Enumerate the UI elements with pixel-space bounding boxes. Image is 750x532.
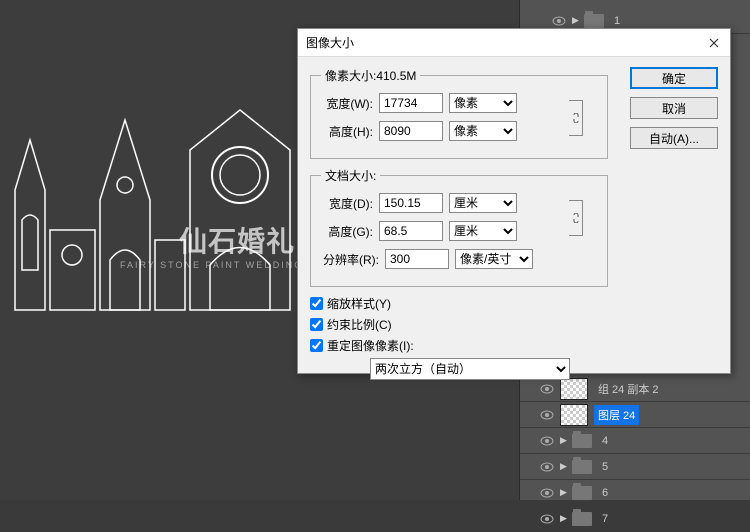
layer-row[interactable]: ▶5 <box>520 454 750 480</box>
layer-name[interactable]: 7 <box>598 511 612 527</box>
visibility-eye-icon[interactable] <box>538 458 556 476</box>
expand-arrow-icon[interactable]: ▶ <box>560 435 570 446</box>
layer-thumbnail <box>560 404 588 426</box>
document-size-legend: 文档大小: <box>321 167 380 184</box>
layer-row[interactable]: 图层 24 <box>520 402 750 428</box>
layer-name[interactable]: 图层 24 <box>594 405 639 425</box>
resolution-label: 分辨率(R): <box>321 251 385 268</box>
ok-button[interactable]: 确定 <box>630 67 718 89</box>
layer-row[interactable]: ▶6 <box>520 480 750 506</box>
folder-icon <box>584 14 604 28</box>
expand-arrow-icon[interactable]: ▶ <box>560 487 570 498</box>
height-px-input[interactable] <box>379 121 443 141</box>
width-px-input[interactable] <box>379 93 443 113</box>
visibility-eye-icon[interactable] <box>550 12 568 30</box>
width-px-label: 宽度(W): <box>321 95 379 112</box>
folder-icon <box>572 460 592 474</box>
expand-arrow-icon[interactable]: ▶ <box>560 513 570 524</box>
folder-icon <box>572 512 592 526</box>
pixel-dimensions-group: 像素大小:410.5M 宽度(W): 像素 高度(H): 像素 <box>310 67 608 159</box>
expand-arrow-icon[interactable]: ▶ <box>572 15 582 26</box>
link-icon[interactable] <box>569 200 583 236</box>
height-doc-input[interactable] <box>379 221 443 241</box>
folder-icon <box>572 434 592 448</box>
visibility-eye-icon[interactable] <box>538 406 556 424</box>
resample-checkbox[interactable]: 重定图像像素(I): <box>310 337 718 354</box>
scale-styles-checkbox[interactable]: 缩放样式(Y) <box>310 295 718 312</box>
document-size-group: 文档大小: 宽度(D): 厘米 高度(G): 厘米 分辨率(R): 像素/英寸 <box>310 167 608 287</box>
resample-method-select[interactable]: 两次立方（自动） <box>370 358 570 380</box>
dialog-titlebar[interactable]: 图像大小 <box>298 29 730 57</box>
layer-name[interactable]: 4 <box>598 433 612 449</box>
link-icon[interactable] <box>569 100 583 136</box>
visibility-eye-icon[interactable] <box>538 432 556 450</box>
resolution-unit[interactable]: 像素/英寸 <box>455 249 533 269</box>
width-doc-input[interactable] <box>379 193 443 213</box>
pixel-dimensions-legend: 像素大小:410.5M <box>321 67 420 84</box>
visibility-eye-icon[interactable] <box>538 510 556 528</box>
height-px-label: 高度(H): <box>321 123 379 140</box>
height-px-unit[interactable]: 像素 <box>449 121 517 141</box>
width-px-unit[interactable]: 像素 <box>449 93 517 113</box>
height-doc-unit[interactable]: 厘米 <box>449 221 517 241</box>
close-icon[interactable] <box>706 35 722 51</box>
width-doc-label: 宽度(D): <box>321 195 379 212</box>
constrain-proportions-checkbox[interactable]: 约束比例(C) <box>310 316 718 333</box>
width-doc-unit[interactable]: 厘米 <box>449 193 517 213</box>
height-doc-label: 高度(G): <box>321 223 379 240</box>
layer-name[interactable]: 6 <box>598 485 612 501</box>
cathedral-artwork <box>10 90 300 320</box>
dialog-title-text: 图像大小 <box>306 29 354 57</box>
visibility-eye-icon[interactable] <box>538 484 556 502</box>
image-size-dialog: 图像大小 确定 取消 自动(A)... 像素大小:410.5M 宽度(W): 像… <box>297 28 731 374</box>
auto-button[interactable]: 自动(A)... <box>630 127 718 149</box>
layer-name[interactable]: 1 <box>610 13 624 29</box>
cancel-button[interactable]: 取消 <box>630 97 718 119</box>
expand-arrow-icon[interactable]: ▶ <box>560 461 570 472</box>
folder-icon <box>572 486 592 500</box>
layer-row[interactable]: ▶7 <box>520 506 750 532</box>
layer-name[interactable]: 5 <box>598 459 612 475</box>
layer-row[interactable]: ▶4 <box>520 428 750 454</box>
resolution-input[interactable] <box>385 249 449 269</box>
